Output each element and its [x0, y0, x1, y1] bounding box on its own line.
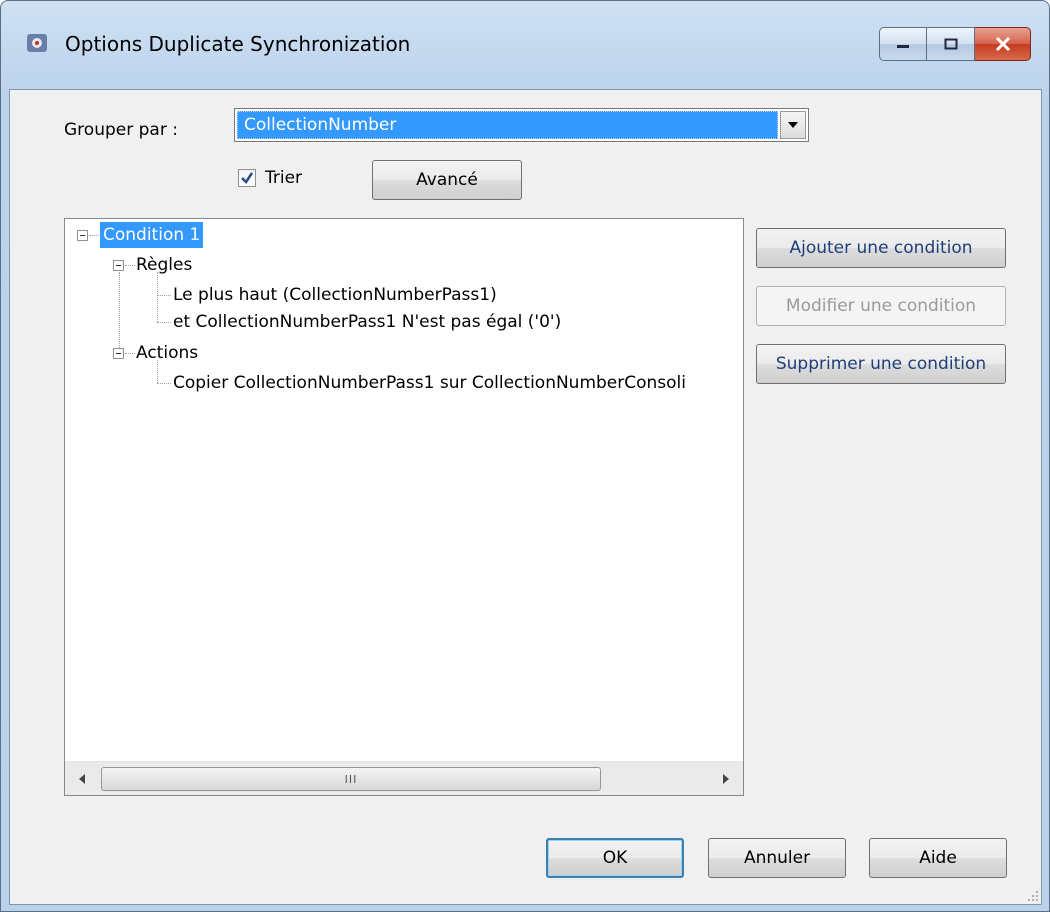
close-button[interactable] [975, 27, 1031, 61]
maximize-button[interactable] [927, 27, 975, 61]
dialog-client-area: Grouper par : CollectionNumber Trier Ava… [9, 89, 1042, 905]
collapse-actions-icon[interactable] [113, 348, 124, 359]
arrow-right-icon [723, 774, 729, 784]
app-settings-icon [27, 34, 47, 52]
group-by-dropdown[interactable]: CollectionNumber [234, 108, 809, 142]
resize-grip-icon[interactable] [1025, 888, 1039, 902]
scroll-thumb-grip: III [344, 772, 358, 786]
help-button[interactable]: Aide [869, 838, 1007, 878]
group-by-label: Grouper par : [64, 120, 178, 140]
window-title: Options Duplicate Synchronization [65, 32, 411, 56]
title-bar[interactable]: Options Duplicate Synchronization [1, 1, 1049, 89]
scroll-right-button[interactable] [709, 762, 743, 796]
scroll-thumb[interactable]: III [101, 767, 601, 791]
ok-button[interactable]: OK [546, 838, 684, 878]
tree-node-rule[interactable]: Le plus haut (CollectionNumberPass1) [173, 282, 497, 308]
tree-node-rule[interactable]: et CollectionNumberPass1 N'est pas égal … [173, 309, 561, 335]
add-condition-button[interactable]: Ajouter une condition [756, 228, 1006, 268]
close-icon [995, 37, 1010, 51]
tree-node-rules[interactable]: Règles [136, 252, 192, 278]
collapse-condition-icon[interactable] [77, 230, 88, 241]
minimize-icon [897, 45, 909, 48]
collapse-rules-icon[interactable] [113, 260, 124, 271]
sort-option[interactable]: Trier [238, 168, 302, 188]
modify-condition-button[interactable]: Modifier une condition [756, 286, 1006, 326]
checkmark-icon [241, 172, 254, 184]
conditions-tree[interactable]: Condition 1 Règles Le plus haut (Collect… [64, 218, 744, 796]
dialog-window: Options Duplicate Synchronization Groupe… [0, 0, 1050, 912]
delete-condition-button[interactable]: Supprimer une condition [756, 344, 1006, 384]
sort-checkbox[interactable] [238, 169, 256, 187]
tree-node-condition[interactable]: Condition 1 [100, 222, 204, 248]
group-by-value: CollectionNumber [237, 111, 778, 139]
cancel-button[interactable]: Annuler [708, 838, 846, 878]
scroll-left-button[interactable] [65, 762, 99, 796]
dropdown-button[interactable] [780, 111, 806, 139]
chevron-down-icon [788, 122, 798, 128]
tree-node-action[interactable]: Copier CollectionNumberPass1 sur Collect… [173, 370, 686, 396]
horizontal-scrollbar[interactable]: III [65, 761, 743, 795]
arrow-left-icon [79, 774, 85, 784]
tree-node-actions[interactable]: Actions [136, 340, 198, 366]
minimize-button[interactable] [879, 27, 927, 61]
sort-label: Trier [265, 168, 303, 188]
advanced-button[interactable]: Avancé [372, 160, 522, 200]
maximize-icon [944, 38, 957, 50]
